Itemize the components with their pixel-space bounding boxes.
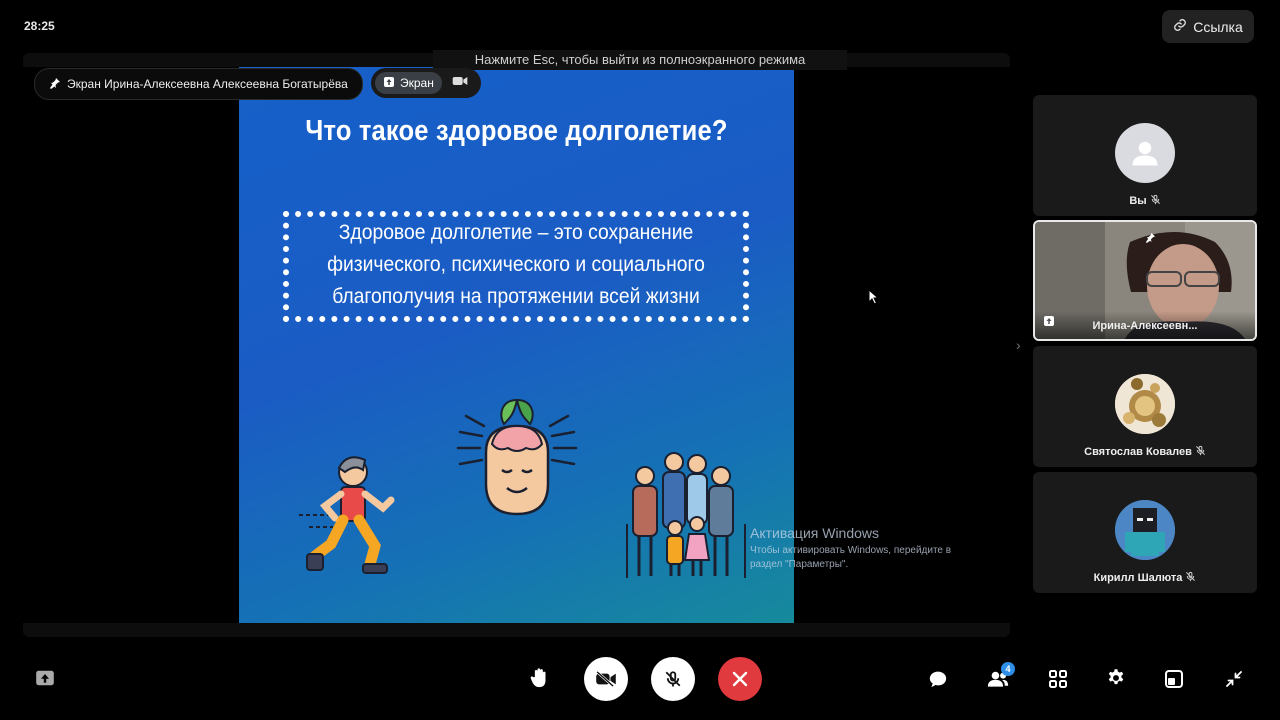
exit-fullscreen-button[interactable] (1223, 668, 1245, 690)
running-man-illustration (299, 456, 395, 574)
gear-icon (1108, 669, 1124, 685)
avatar-image (1115, 500, 1175, 560)
mic-muted-icon (665, 671, 681, 687)
mic-muted-icon (1185, 571, 1196, 585)
participant-name-row: Вы (1033, 194, 1257, 208)
avatar-image (1115, 374, 1175, 434)
mouse-cursor-icon (868, 289, 880, 305)
call-timer: 28:25 (24, 19, 55, 33)
definition-line: физического, психического и социального (327, 253, 705, 276)
end-call-button[interactable] (718, 657, 762, 701)
family-illustration (626, 452, 746, 578)
activation-line: Чтобы активировать Windows, перейдите в (750, 545, 952, 556)
raise-hand-button[interactable] (527, 666, 551, 690)
slide-title: Что такое здоровое долголетие? (305, 115, 728, 147)
windows-activation-watermark: Активация Windows Чтобы активировать Win… (750, 525, 951, 572)
definition-line: Здоровое долголетие – это сохранение (338, 221, 694, 244)
participant-tile-pinned[interactable]: Ирина-Алексеевн... (1033, 220, 1257, 341)
participant-name: Святослав Ковалев (1084, 446, 1192, 458)
pinned-screen-text: Экран Ирина-Алексеевна Алексеевна Богаты… (67, 77, 348, 91)
definition-text: Здоровое долголетие – это сохранение физ… (309, 217, 723, 313)
camera-toggle-button[interactable] (584, 657, 628, 701)
chevron-right-icon[interactable]: › (1016, 337, 1021, 353)
fullscreen-exit-hint: Нажмите Esc, чтобы выйти из полноэкранно… (433, 50, 847, 70)
definition-line: благополучия на протяжении всей жизни (332, 285, 700, 308)
activation-line: раздел "Параметры". (750, 559, 849, 570)
layout-icon (1165, 670, 1183, 688)
camera-icon[interactable] (452, 74, 468, 92)
pinned-screen-label[interactable]: Экран Ирина-Алексеевна Алексеевна Богаты… (34, 68, 363, 100)
pin-icon (49, 77, 61, 92)
avatar (1115, 500, 1175, 560)
camera-off-icon (596, 671, 616, 687)
participant-name: Кирилл Шалюта (1093, 572, 1183, 584)
participant-name-row: Кирилл Шалюта (1033, 571, 1257, 585)
mic-muted-icon (1195, 445, 1206, 459)
screen-share-icon (36, 670, 54, 686)
grid-icon (1049, 670, 1067, 688)
link-icon (1173, 18, 1187, 35)
share-screen-button[interactable] (34, 668, 56, 688)
hand-icon (530, 668, 546, 688)
stage-bottom-bar (23, 623, 1010, 637)
close-icon (732, 671, 748, 687)
activation-subtitle: Чтобы активировать Windows, перейдите в … (750, 544, 951, 572)
copy-link-button[interactable]: Ссылка (1162, 10, 1254, 43)
layout-grid-button[interactable] (1047, 668, 1069, 690)
settings-button[interactable] (1105, 667, 1127, 689)
avatar (1115, 374, 1175, 434)
participant-tile[interactable]: Вы (1033, 95, 1257, 216)
participant-name: Ирина-Алексеевн... (1092, 320, 1198, 332)
screen-tab-label: Экран (400, 76, 434, 90)
participant-name-row: Ирина-Алексеевн... (1035, 320, 1255, 332)
layout-toggle-button[interactable] (1163, 668, 1185, 690)
copy-link-label: Ссылка (1193, 18, 1243, 35)
screen-share-pill[interactable]: Экран (371, 68, 481, 98)
shared-slide: Что такое здоровое долголетие? Здоровое … (239, 67, 794, 623)
participant-tile[interactable]: Кирилл Шалюта (1033, 472, 1257, 593)
mind-growth-illustration (456, 398, 578, 516)
activation-title: Активация Windows (750, 525, 880, 541)
participant-name: Вы (1129, 195, 1147, 207)
participant-tile[interactable]: Святослав Ковалев (1033, 346, 1257, 467)
user-icon (1132, 141, 1158, 166)
mic-toggle-button[interactable] (651, 657, 695, 701)
screen-share-icon (383, 76, 395, 91)
avatar (1115, 123, 1175, 183)
participant-name-row: Святослав Ковалев (1033, 445, 1257, 459)
pin-icon (1145, 230, 1156, 248)
mic-muted-icon (1150, 194, 1161, 208)
chat-button[interactable] (927, 668, 949, 690)
screen-tab[interactable]: Экран (375, 72, 442, 94)
participants-count-badge: 4 (1001, 662, 1015, 676)
minimize-icon (1226, 671, 1242, 687)
chat-icon (929, 671, 947, 688)
